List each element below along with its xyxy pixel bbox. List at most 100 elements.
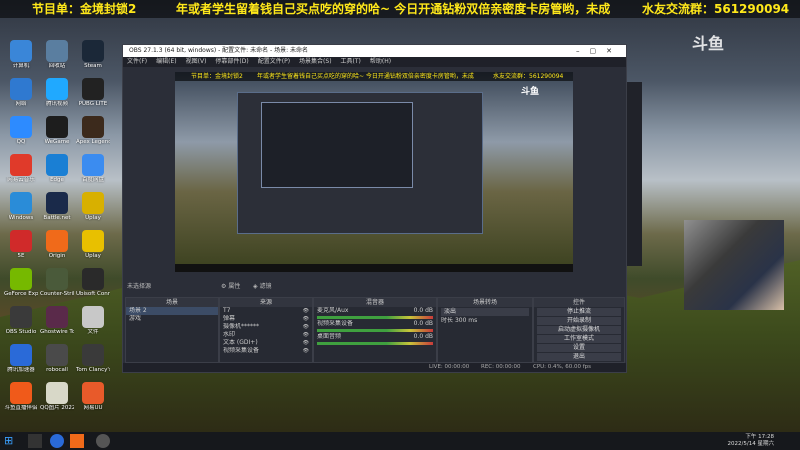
desktop-icon[interactable]: QQ xyxy=(4,116,38,146)
desktop-icon[interactable]: Ubisoft Connect xyxy=(76,268,110,298)
transition-select[interactable]: 淡出 xyxy=(441,308,529,316)
scene-item[interactable]: 场景 2 xyxy=(126,307,218,315)
desktop-icon[interactable]: Apex Legends xyxy=(76,116,110,146)
douyu-taskbar-icon[interactable] xyxy=(70,434,84,448)
controls-panel: 控件 停止推流 开始录制 启动虚拟摄像机 工作室模式 设置 退出 xyxy=(533,297,625,363)
desktop-icon-label: Edge xyxy=(50,177,64,183)
desktop-icon[interactable]: Battle.net xyxy=(40,192,74,222)
menu-item[interactable]: 编辑(E) xyxy=(156,58,176,65)
desktop-icon[interactable]: Edge xyxy=(40,154,74,184)
desktop-icon[interactable]: 百度网盘 xyxy=(76,154,110,184)
control-button[interactable]: 启动虚拟摄像机 xyxy=(537,326,621,334)
douyu-watermark: 斗鱼 xyxy=(692,34,725,53)
obs-window[interactable]: OBS 27.1.3 (64 bit, windows) - 配置文件: 未命名… xyxy=(122,44,627,373)
source-item[interactable]: 👁 摄像机****** xyxy=(220,323,312,331)
menu-item[interactable]: 帮助(H) xyxy=(370,58,391,65)
obs-preview[interactable]: 节目单：金境封锁2 年或者学生留着钱自己买点吃的穿的哈~ 今日开通钻粉双倍亲密度… xyxy=(175,72,573,272)
desktop-icon[interactable]: OBS Studio xyxy=(4,306,38,336)
control-button[interactable]: 设置 xyxy=(537,344,621,352)
desktop-icon[interactable]: WeGame xyxy=(40,116,74,146)
live-time: LIVE: 00:00:00 xyxy=(429,364,470,370)
desktop-icon[interactable]: Ghostwire Tokyo xyxy=(40,306,74,336)
source-item[interactable]: 👁 弹幕 xyxy=(220,315,312,323)
eye-icon[interactable]: 👁 xyxy=(303,347,309,355)
menu-item[interactable]: 工具(T) xyxy=(341,58,361,65)
desktop: 节目单：金境封锁2 年或者学生留着钱自己买点吃的穿的哈~ 今日开通钻粉双倍亲密度… xyxy=(0,0,800,450)
eye-icon[interactable]: 👁 xyxy=(303,331,309,339)
properties-button[interactable]: ⚙ 属性 xyxy=(221,282,251,292)
steam-icon xyxy=(82,40,104,62)
menu-item[interactable]: 视图(V) xyxy=(186,58,207,65)
desktop-icon[interactable]: 网易UU xyxy=(76,382,110,412)
source-label: 视频采集设备 xyxy=(223,347,260,354)
edge-taskbar-icon[interactable] xyxy=(50,434,64,448)
menu-item[interactable]: 文件(F) xyxy=(127,58,147,65)
desktop-icon[interactable]: Uplay xyxy=(76,230,110,260)
desktop-icon[interactable]: Tom Clancy's xyxy=(76,344,110,374)
desktop-icon-label: Uplay xyxy=(85,215,101,221)
eye-icon[interactable]: 👁 xyxy=(303,339,309,347)
desktop-icon[interactable]: Uplay xyxy=(76,192,110,222)
transition-duration[interactable]: 时长 300 ms xyxy=(438,317,532,325)
ubisoft-icon xyxy=(82,268,104,290)
source-item[interactable]: 👁 水印 xyxy=(220,331,312,339)
volume-meter[interactable] xyxy=(317,342,433,345)
banner-group: 水友交流群：561290094 xyxy=(642,2,790,16)
start-button[interactable]: ⊞ xyxy=(4,434,18,448)
desktop-icon-label: Apex Legends xyxy=(76,139,110,145)
source-item[interactable]: 👁 视频采集设备 xyxy=(220,347,312,355)
clock[interactable]: 下午 17:28 2022/5/14 星期六 xyxy=(728,434,774,448)
volume-meter[interactable] xyxy=(317,316,433,319)
desktop-icon[interactable]: Origin xyxy=(40,230,74,260)
menu-item[interactable]: 停靠部件(D) xyxy=(215,58,248,65)
controls-header: 控件 xyxy=(534,298,624,307)
desktop-icon-label: Windows xyxy=(8,215,34,221)
taskbar: ⊞ 下午 17:28 2022/5/14 星期六 xyxy=(0,432,800,450)
filters-button[interactable]: ◈ 滤镜 xyxy=(253,282,283,292)
desktop-icon[interactable]: 网络 xyxy=(4,78,38,108)
mixer-header: 混音器 xyxy=(314,298,436,307)
volume-meter[interactable] xyxy=(317,329,433,332)
control-button[interactable]: 停止推流 xyxy=(537,308,621,316)
task-view-icon[interactable] xyxy=(28,434,42,448)
desktop-icon-label: 网络 xyxy=(15,101,27,107)
menu-item[interactable]: 配置文件(P) xyxy=(258,58,290,65)
eye-icon[interactable]: 👁 xyxy=(303,323,309,331)
desktop-icon[interactable]: 腾讯视频 xyxy=(40,78,74,108)
obs-titlebar[interactable]: OBS 27.1.3 (64 bit, windows) - 配置文件: 未命名… xyxy=(123,45,626,57)
desktop-icon[interactable]: 腾讯加速器 xyxy=(4,344,38,374)
preview-banner: 节目单：金境封锁2 年或者学生留着钱自己买点吃的穿的哈~ 今日开通钻粉双倍亲密度… xyxy=(175,72,573,81)
desktop-icon[interactable]: robocall xyxy=(40,344,74,374)
desktop-icon[interactable]: 回收站 xyxy=(40,40,74,70)
control-button[interactable]: 开始录制 xyxy=(537,317,621,325)
desktop-icon[interactable]: Windows xyxy=(4,192,38,222)
desktop-icon[interactable]: 斗鱼直播伴侣 xyxy=(4,382,38,412)
desktop-icon[interactable]: GeForce Experience xyxy=(4,268,38,298)
eye-icon[interactable]: 👁 xyxy=(303,315,309,323)
filters-label: 滤镜 xyxy=(259,283,272,290)
menu-item[interactable]: 场景集合(S) xyxy=(299,58,332,65)
desktop-icon[interactable]: 文件 xyxy=(76,306,110,336)
desktop-icon[interactable]: 5E xyxy=(4,230,38,260)
desktop-icon[interactable]: 网易云音乐 xyxy=(4,154,38,184)
obs-taskbar-icon[interactable] xyxy=(96,434,110,448)
desktop-icon[interactable]: QQ图片 20220513... xyxy=(40,382,74,412)
window-controls[interactable]: –▢✕ xyxy=(576,45,622,57)
desktop-icon[interactable]: Counter-Strike xyxy=(40,268,74,298)
control-button[interactable]: 退出 xyxy=(537,353,621,361)
source-item[interactable]: 👁 文本 (GDI+) xyxy=(220,339,312,347)
source-item[interactable]: 👁 T7 xyxy=(220,307,312,315)
control-button[interactable]: 工作室模式 xyxy=(537,335,621,343)
image-icon xyxy=(46,382,68,404)
stream-banner: 节目单：金境封锁2 年或者学生留着钱自己买点吃的穿的哈~ 今日开通钻粉双倍亲密度… xyxy=(0,0,800,18)
scene-item[interactable]: 游戏 xyxy=(126,315,218,323)
eye-icon[interactable]: 👁 xyxy=(303,307,309,315)
mixer-channel-db: 0.0 dB xyxy=(413,320,433,327)
banner-program: 节目单：金境封锁2 xyxy=(32,2,137,16)
desktop-icon[interactable]: PUBG LITE xyxy=(76,78,110,108)
desktop-icon-label: 腾讯视频 xyxy=(45,101,68,107)
desktop-icon[interactable]: Steam xyxy=(76,40,110,70)
desktop-icon[interactable]: 计算机 xyxy=(4,40,38,70)
mixer-channel-name: 麦克风/Aux xyxy=(317,307,349,314)
desktop-icon-label: Ubisoft Connect xyxy=(76,291,110,297)
